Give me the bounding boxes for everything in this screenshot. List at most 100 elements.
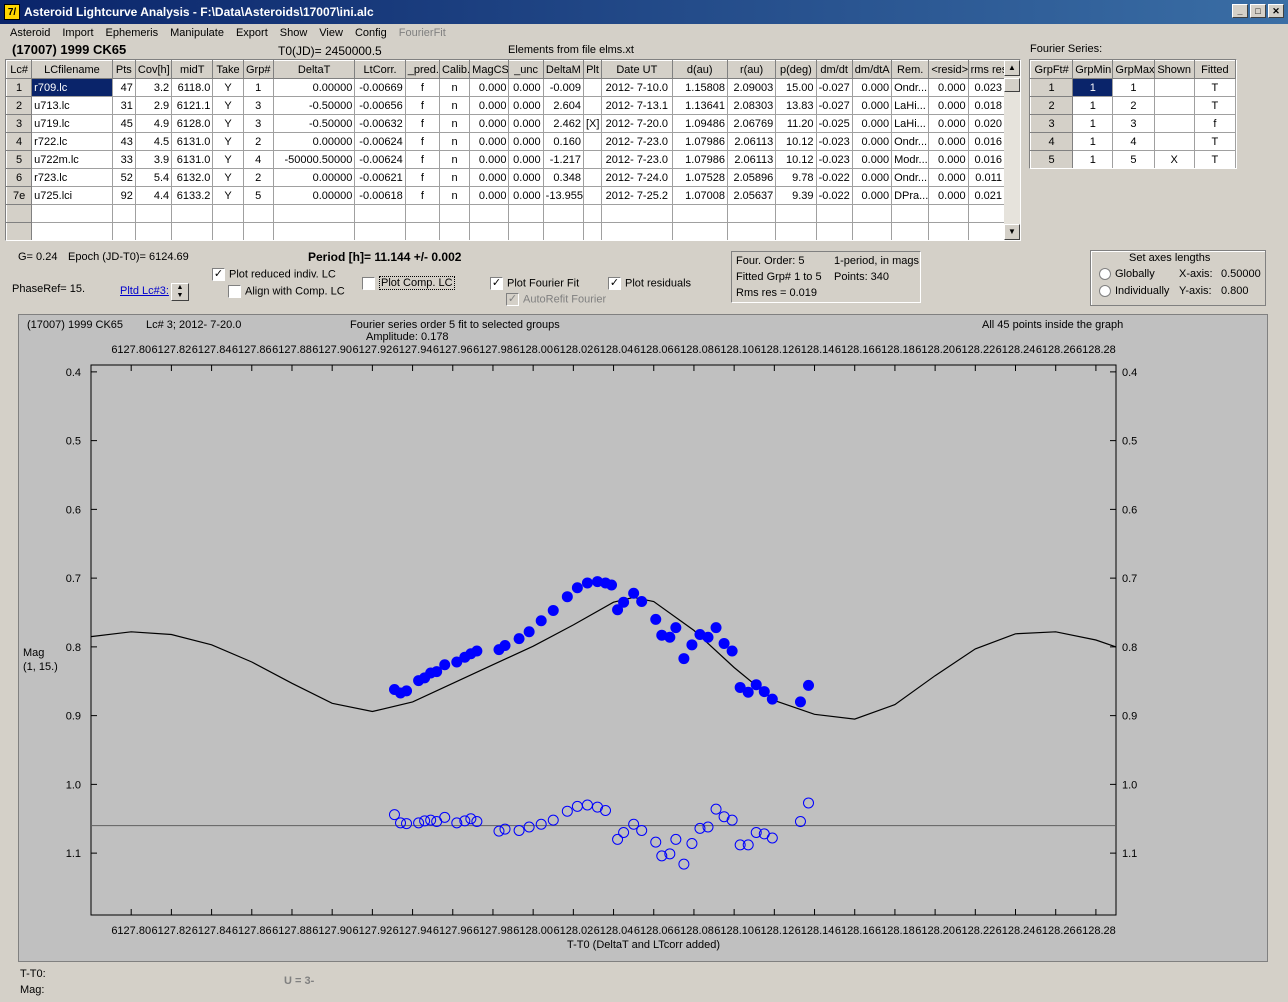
table-cell[interactable]: 1	[242, 78, 274, 97]
table-cell[interactable]: 0.000	[851, 132, 893, 151]
table-cell[interactable]	[891, 204, 930, 223]
table-cell[interactable]	[438, 222, 471, 240]
table-cell[interactable]: Y	[212, 96, 244, 115]
table-cell[interactable]: 11.20	[775, 114, 817, 133]
table-cell[interactable]: 0.000	[508, 168, 544, 187]
lc-col-header[interactable]: Grp#	[242, 60, 274, 79]
table-cell[interactable]	[469, 204, 510, 223]
table-cell[interactable]: 10.12	[775, 150, 817, 169]
table-cell[interactable]	[1153, 114, 1195, 133]
fourier-col-header[interactable]: Shown	[1153, 60, 1195, 79]
table-cell[interactable]: 0.000	[928, 150, 969, 169]
table-cell[interactable]	[671, 204, 728, 223]
table-cell[interactable]: 4.9	[134, 114, 173, 133]
lc-col-header[interactable]: Pts	[111, 60, 136, 79]
table-cell[interactable]: 1.15808	[671, 78, 728, 97]
lc-col-header[interactable]: <resid>	[928, 60, 969, 79]
table-cell[interactable]: Y	[212, 168, 244, 187]
table-cell[interactable]: 2012- 7-13.1	[601, 96, 673, 115]
row-number[interactable]: 1	[6, 78, 33, 97]
table-cell[interactable]	[582, 78, 603, 97]
table-cell[interactable]: 15.00	[775, 78, 817, 97]
table-cell[interactable]: Y	[212, 114, 244, 133]
table-cell[interactable]: 2.604	[542, 96, 584, 115]
table-row[interactable]: 515XT	[1030, 150, 1236, 168]
table-row[interactable]: 1 r709.lc 47 3.2 6118.0 Y 1 0.00000 -0.00669 f n 0.…	[6, 78, 1006, 97]
table-cell[interactable]: f	[404, 150, 440, 169]
table-cell[interactable]: -1.217	[542, 150, 584, 169]
row-number[interactable]: 5	[1030, 150, 1074, 168]
menu-asteroid[interactable]: Asteroid	[4, 27, 56, 39]
table-cell[interactable]: -0.023	[815, 150, 853, 169]
table-cell[interactable]	[775, 222, 817, 240]
table-cell[interactable]	[815, 204, 853, 223]
table-cell[interactable]	[582, 204, 603, 223]
table-cell[interactable]: n	[438, 114, 471, 133]
lc-col-header[interactable]: _unc	[508, 60, 544, 79]
table-cell[interactable]: 9.78	[775, 168, 817, 187]
table-row[interactable]: 6 r723.lc 52 5.4 6132.0 Y 2 0.00000 -0.00621 f n 0.…	[6, 168, 1006, 187]
table-cell[interactable]: 5	[242, 186, 274, 205]
table-cell[interactable]: 2012- 7-24.0	[601, 168, 673, 187]
table-cell[interactable]: 0.000	[508, 132, 544, 151]
table-cell[interactable]: r722.lc	[31, 132, 113, 151]
table-cell[interactable]	[508, 204, 544, 223]
row-number[interactable]: 3	[6, 114, 33, 133]
table-cell[interactable]: f	[404, 168, 440, 187]
table-cell[interactable]: 0.000	[851, 78, 893, 97]
lc-col-header[interactable]: LCfilename	[31, 60, 113, 79]
table-cell[interactable]: 0.000	[928, 78, 969, 97]
table-cell[interactable]: 1	[1072, 96, 1114, 115]
scroll-thumb[interactable]	[1004, 78, 1020, 92]
empty-row[interactable]	[6, 204, 1006, 223]
table-cell[interactable]: 92	[111, 186, 136, 205]
table-row[interactable]: 414 T	[1030, 132, 1236, 151]
row-number[interactable]: 2	[6, 96, 33, 115]
table-cell[interactable]: T	[1193, 96, 1236, 115]
table-cell[interactable]: 0.000	[851, 150, 893, 169]
fourier-col-header[interactable]: GrpMin	[1072, 60, 1114, 79]
table-cell[interactable]: 0.000	[508, 96, 544, 115]
fourier-series-table[interactable]: GrpFt# GrpMin GrpMax Shown Fitted 111T212T31…	[1029, 59, 1237, 169]
lc-col-header[interactable]: DeltaT	[272, 60, 356, 79]
menu-fourierfit[interactable]: FourierFit	[393, 27, 452, 39]
table-cell[interactable]	[1153, 78, 1195, 97]
table-cell[interactable]: u725.lci	[31, 186, 113, 205]
table-cell[interactable]: 0.000	[928, 96, 969, 115]
table-cell[interactable]	[582, 96, 603, 115]
table-cell[interactable]	[31, 204, 113, 223]
table-cell[interactable]: -0.00632	[354, 114, 406, 133]
table-row[interactable]: 313 f	[1030, 114, 1236, 133]
individually-radio[interactable]: Individually	[1099, 285, 1169, 298]
table-cell[interactable]	[469, 222, 510, 240]
table-cell[interactable]: 47	[111, 78, 136, 97]
table-cell[interactable]	[508, 222, 544, 240]
table-cell[interactable]	[601, 222, 673, 240]
table-cell[interactable]: 0.000	[928, 168, 969, 187]
table-cell[interactable]: f	[1193, 114, 1236, 133]
table-cell[interactable]: 3	[242, 114, 274, 133]
table-cell[interactable]: 0.348	[542, 168, 584, 187]
plot-residuals-checkbox[interactable]: ✓ Plot residuals	[608, 277, 691, 290]
table-cell[interactable]: 2012- 7-23.0	[601, 150, 673, 169]
table-cell[interactable]: -0.00621	[354, 168, 406, 187]
table-cell[interactable]: 4	[1112, 132, 1155, 151]
table-cell[interactable]: 9.39	[775, 186, 817, 205]
table-cell[interactable]	[601, 204, 673, 223]
table-cell[interactable]: 6118.0	[171, 78, 214, 97]
scroll-down-button[interactable]: ▼	[1004, 224, 1020, 240]
table-cell[interactable]: 1.07986	[671, 150, 728, 169]
table-cell[interactable]: r723.lc	[31, 168, 113, 187]
empty-row[interactable]	[6, 222, 1006, 240]
table-cell[interactable]: 0.000	[928, 114, 969, 133]
table-cell[interactable]: 0.160	[542, 132, 584, 151]
table-cell[interactable]: -0.023	[815, 132, 853, 151]
table-cell[interactable]	[967, 204, 1006, 223]
minimize-button[interactable]: _	[1232, 4, 1248, 18]
table-cell[interactable]	[815, 222, 853, 240]
table-cell[interactable]: Y	[212, 78, 244, 97]
table-cell[interactable]: 0.023	[967, 78, 1006, 97]
table-cell[interactable]: 6121.1	[171, 96, 214, 115]
table-cell[interactable]: 0.00000	[272, 168, 356, 187]
table-cell[interactable]: 0.00000	[272, 78, 356, 97]
